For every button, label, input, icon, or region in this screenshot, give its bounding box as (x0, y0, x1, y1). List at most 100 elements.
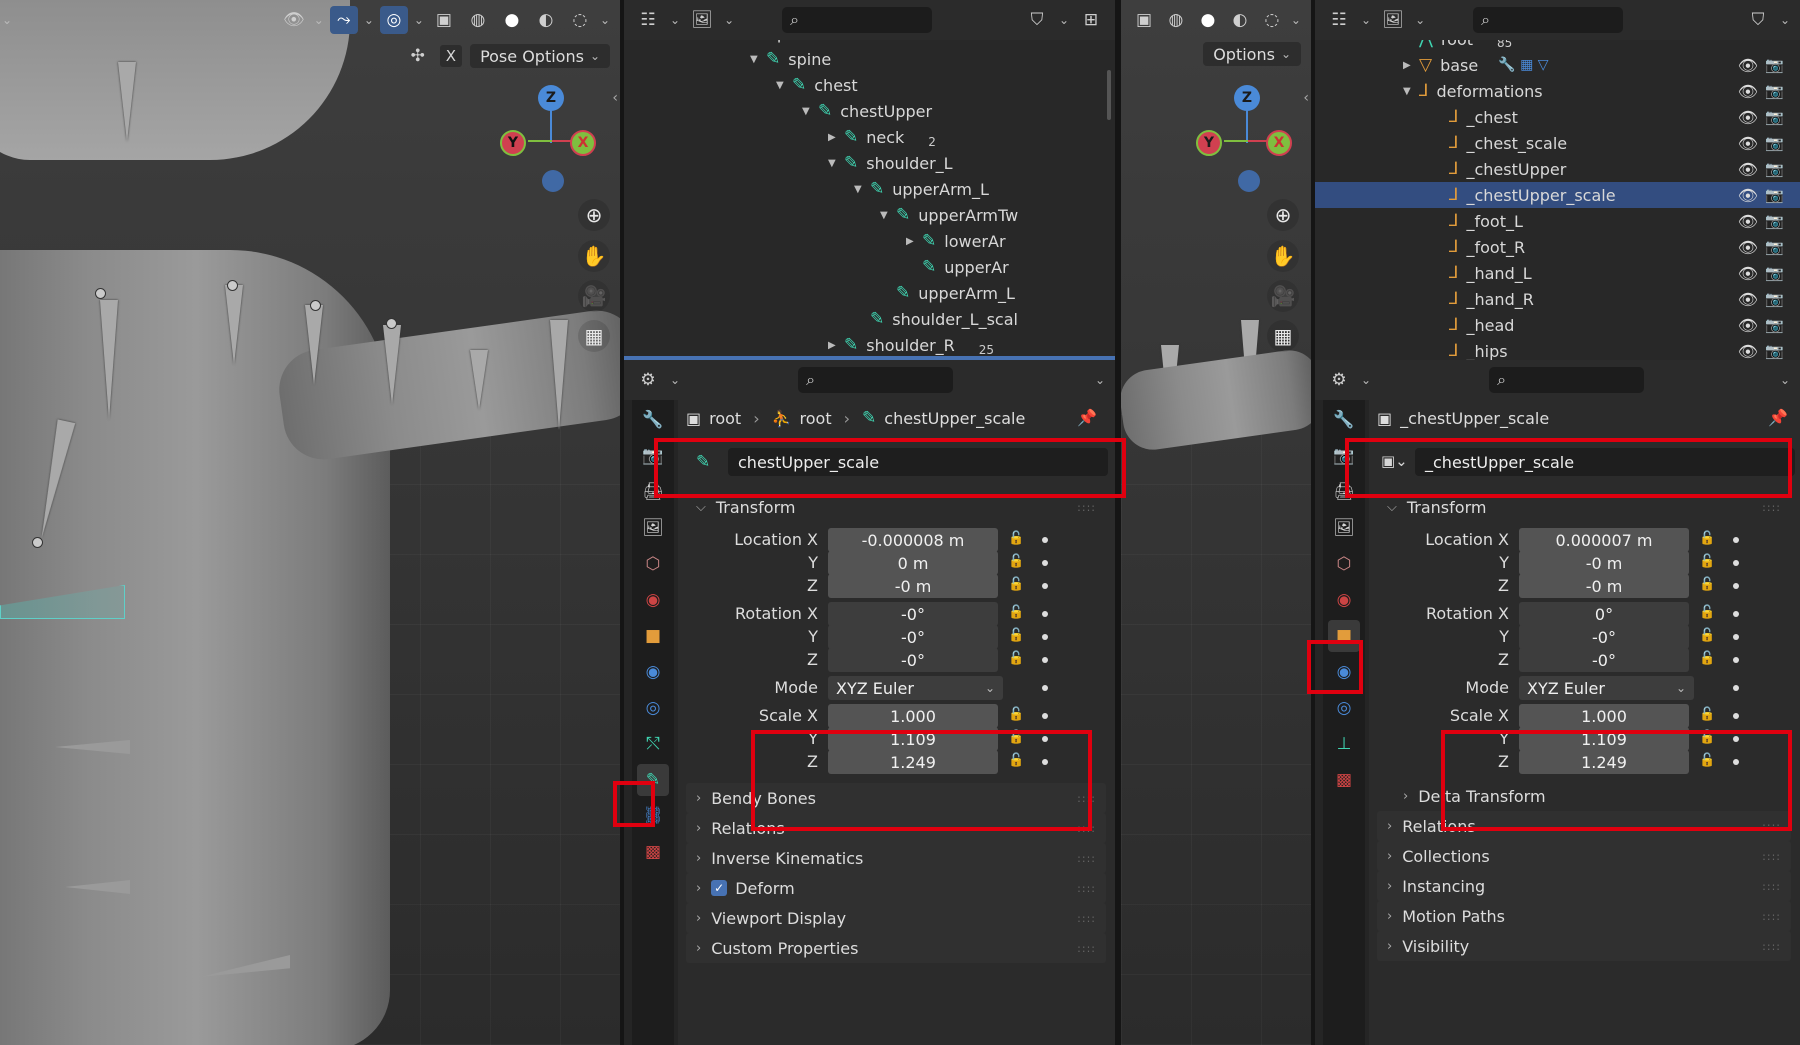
numeric-field[interactable]: 1.109 (1519, 727, 1689, 751)
keyframe-dot-icon[interactable] (1042, 583, 1048, 589)
bone-marker[interactable] (305, 305, 323, 385)
numeric-field[interactable]: -0° (1519, 625, 1689, 649)
eye-visibility-icon[interactable]: 👁 (1738, 264, 1758, 283)
perspective-grid-icon[interactable]: ▦ (578, 320, 610, 352)
z-axis-handle[interactable]: Z (538, 85, 564, 111)
expand-toggle-icon[interactable]: ▼ (880, 210, 896, 221)
texture-tab-icon[interactable]: ▩ (1328, 764, 1360, 796)
keyframe-dot-icon[interactable] (1733, 611, 1739, 617)
right-3d-viewport[interactable]: ▣ ◍ ● ◐ ◌ ⌄ Options ⌄ ‹ Z Y X ⊕ ✋ 🎥 ▦ (1121, 0, 1311, 1045)
numeric-field[interactable]: -0 m (1519, 551, 1689, 575)
render-visibility-icon[interactable]: 📷 (1765, 212, 1784, 230)
numeric-field[interactable]: -0° (828, 648, 998, 672)
lock-icon[interactable]: 🔓 (1699, 651, 1715, 666)
bone-name-field[interactable]: chestUpper_scale (728, 448, 1108, 476)
transform-panel-header[interactable]: ⌵ Transform:::: (1377, 492, 1791, 522)
bone-marker[interactable] (383, 325, 401, 405)
render-visibility-icon[interactable]: 📷 (1765, 290, 1784, 308)
modifier-tab-icon[interactable]: ◉ (637, 656, 669, 688)
expand-toggle-icon[interactable]: ▼ (854, 184, 870, 195)
keyframe-dot-icon[interactable] (1733, 560, 1739, 566)
eye-visibility-icon[interactable]: 👁 (1738, 212, 1758, 231)
bone-marker[interactable] (118, 62, 136, 142)
eye-visibility-icon[interactable]: 👁 (1738, 160, 1758, 179)
wireframe-shading-icon[interactable]: ◍ (464, 6, 492, 34)
outliner-item[interactable]: ▶ ▽ base 🔧 ▦ ▽ 👁 📷 (1315, 52, 1800, 78)
right-outliner[interactable]: ☷⌄ 🖼⌄ ⌕ ⛉⌄ ⋀root85▶▽base🔧 ▦ ▽👁📷▼⅃deforma… (1315, 0, 1800, 360)
outliner-item[interactable]: ▼ ✎ spine (750, 46, 831, 72)
zoom-icon[interactable]: ⊕ (578, 199, 610, 231)
options-dropdown[interactable]: Options ⌄ (1203, 42, 1301, 66)
collapsed-panel-header[interactable]: › Relations:::: (1377, 811, 1791, 841)
expand-toggle-icon[interactable]: ▼ (828, 158, 844, 169)
numeric-field[interactable]: 1.249 (828, 750, 998, 774)
rendered-shading-icon[interactable]: ◌ (566, 6, 594, 34)
collapsed-panel-header[interactable]: › Bendy Bones:::: (686, 783, 1106, 813)
camera-view-icon[interactable]: 🎥 (578, 280, 610, 312)
expand-toggle-icon[interactable]: ▶ (906, 236, 922, 247)
x-axis-handle[interactable]: X (1266, 130, 1292, 156)
collapsed-panel-header[interactable]: › Motion Paths:::: (1377, 901, 1791, 931)
keyframe-dot-icon[interactable] (1733, 634, 1739, 640)
numeric-field[interactable]: -0° (828, 625, 998, 649)
bone-marker[interactable] (470, 350, 488, 410)
negative-z-axis-handle[interactable] (542, 170, 564, 192)
outliner-item[interactable]: ⅃ _chestUpper_scale 👁 📷 (1315, 182, 1800, 208)
output-tab-icon[interactable]: 🖨 (1328, 476, 1360, 508)
lock-icon[interactable]: 🔓 (1699, 531, 1715, 546)
properties-search-input[interactable]: ⌕ (1489, 367, 1645, 393)
solid-shading-icon[interactable]: ● (1195, 6, 1221, 34)
render-visibility-icon[interactable]: 📷 (1765, 134, 1784, 152)
outliner-item[interactable]: ⅃ _chestUpper 👁 📷 (1315, 156, 1800, 182)
xray-icon[interactable]: ▣ (1131, 6, 1157, 34)
outliner-item[interactable]: ✎ shoulder_L_scal (854, 306, 1018, 332)
numeric-field[interactable]: 0° (1519, 602, 1689, 626)
lock-icon[interactable]: 🔓 (1008, 628, 1024, 643)
keyframe-dot-icon[interactable] (1042, 634, 1048, 640)
editor-type-icon[interactable]: ⚙ (634, 366, 662, 394)
eye-visibility-icon[interactable]: 👁 (1738, 342, 1758, 361)
outliner-item[interactable]: ⅃ _foot_R 👁 📷 (1315, 234, 1800, 260)
eye-visibility-icon[interactable]: 👁 (1738, 238, 1758, 257)
object-type-icon[interactable]: ▣⌄ (1381, 452, 1408, 470)
armature-data-tab-icon[interactable]: ⤲ (637, 728, 669, 760)
bone-marker[interactable] (550, 320, 568, 430)
collapsed-panel-header[interactable]: › Relations:::: (686, 813, 1106, 843)
wireframe-shading-icon[interactable]: ◍ (1163, 6, 1189, 34)
scene-tab-icon[interactable]: ⬡ (637, 548, 669, 580)
texture-tab-icon[interactable]: ▩ (637, 836, 669, 868)
editor-type-icon[interactable]: ⚙ (1325, 366, 1353, 394)
bone-constraint-tab-icon[interactable]: ⛓ (637, 800, 669, 832)
keyframe-dot-icon[interactable] (1733, 713, 1739, 719)
view-layer-tab-icon[interactable]: 🖼 (1328, 512, 1360, 544)
lock-icon[interactable]: 🔓 (1008, 531, 1024, 546)
outliner-item[interactable]: ⅃ _chest_scale 👁 📷 (1315, 130, 1800, 156)
numeric-field[interactable]: -0 m (1519, 574, 1689, 598)
overlay-toggle-icon[interactable]: ◎ (379, 6, 408, 34)
object-tab-icon[interactable]: ■ (637, 620, 669, 652)
outliner-item[interactable]: ▼ ✎ upperArm_L (854, 176, 989, 202)
bone-marker[interactable] (100, 300, 118, 420)
render-tab-icon[interactable]: 📷 (637, 440, 669, 472)
expand-toggle-icon[interactable]: ▶ (828, 340, 844, 351)
keyframe-dot-icon[interactable] (1733, 583, 1739, 589)
xray-icon[interactable]: ▣ (430, 6, 458, 34)
transform-panel-header[interactable]: ⌵ Transform:::: (686, 492, 1106, 522)
material-shading-icon[interactable]: ◐ (1227, 6, 1253, 34)
display-mode-icon[interactable]: ☷ (1325, 6, 1353, 34)
expand-toggle-icon[interactable]: ▼ (750, 54, 766, 65)
physics-tab-icon[interactable]: ◎ (637, 692, 669, 724)
expand-toggle-icon[interactable]: ▼ (776, 80, 792, 91)
render-visibility-icon[interactable]: 📷 (1765, 316, 1784, 334)
outliner-item[interactable]: ✎ upperAr (906, 254, 1009, 280)
numeric-field[interactable]: 0 m (828, 551, 998, 575)
eye-visibility-icon[interactable]: 👁 (1738, 82, 1758, 101)
lock-icon[interactable]: 🔓 (1699, 753, 1715, 768)
outliner-item[interactable]: ✎ upperArm_L (880, 280, 1015, 306)
collapsed-panel-header[interactable]: › Viewport Display:::: (686, 903, 1106, 933)
eye-visibility-icon[interactable]: 👁 (1738, 290, 1758, 309)
view-layer-tab-icon[interactable]: 🖼 (637, 512, 669, 544)
outliner-item[interactable]: ▶ ✎ neck 2 (828, 124, 936, 150)
lock-icon[interactable]: 🔓 (1008, 554, 1024, 569)
bone-mirror-icon[interactable]: ✣ (404, 42, 432, 70)
